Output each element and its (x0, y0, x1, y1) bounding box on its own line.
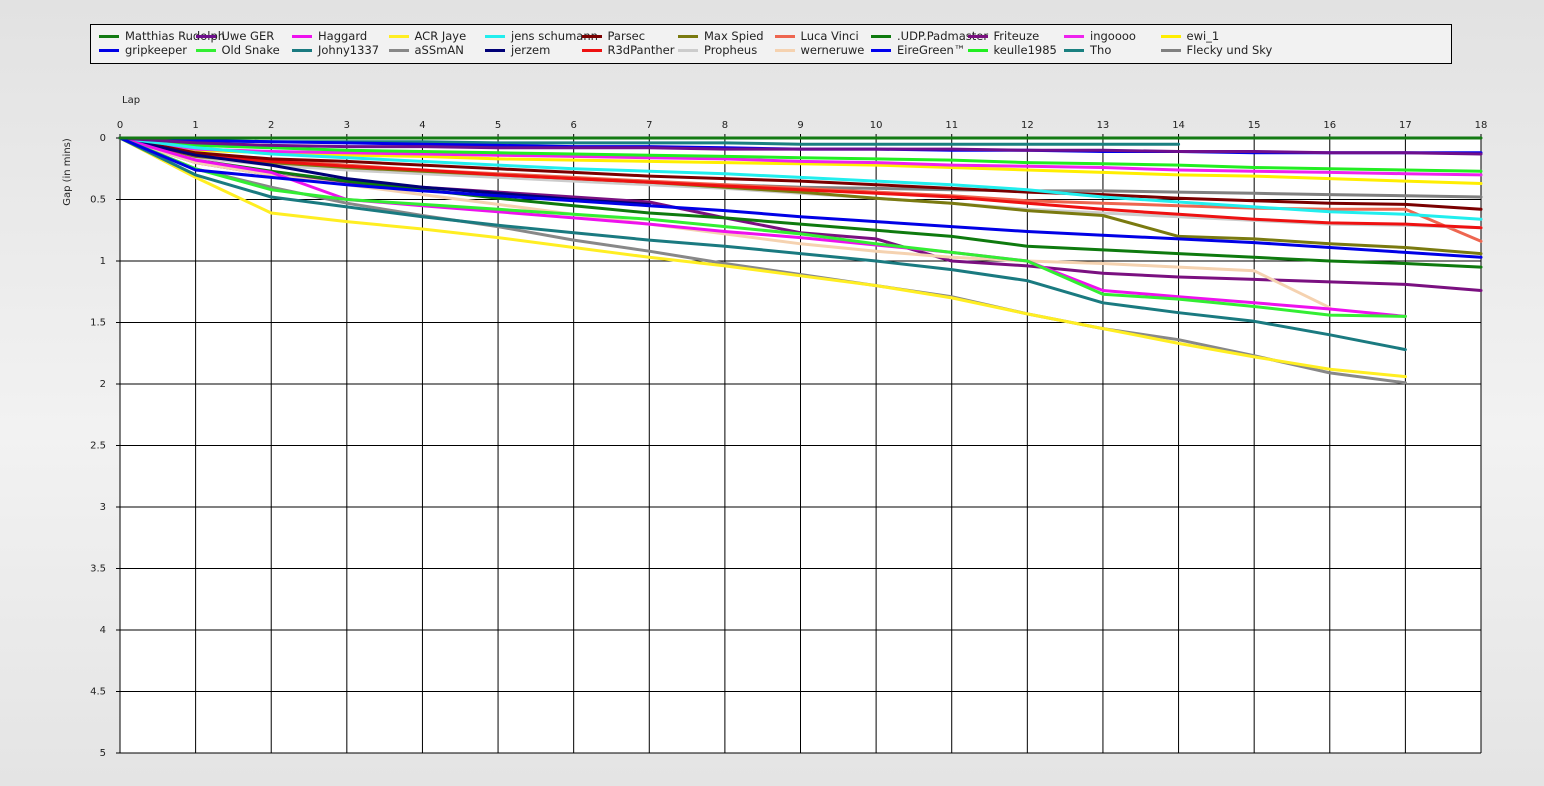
x-tick-label: 8 (722, 120, 728, 131)
x-tick-label: 4 (419, 120, 425, 131)
x-tick-label: 1 (192, 120, 198, 131)
x-tick-label: 13 (1097, 120, 1110, 131)
y-tick-label: 1 (100, 256, 106, 267)
x-tick-label: 2 (268, 120, 274, 131)
y-tick-label: 4.5 (90, 687, 106, 698)
x-tick-label: 6 (570, 120, 576, 131)
x-tick-label: 3 (344, 120, 350, 131)
x-tick-label: 11 (945, 120, 958, 131)
x-tick-label: 7 (646, 120, 652, 131)
x-tick-label: 14 (1172, 120, 1185, 131)
x-tick-label: 10 (870, 120, 883, 131)
x-tick-label: 9 (797, 120, 803, 131)
x-axis-title: Lap (122, 95, 140, 106)
y-tick-label: 2 (100, 379, 106, 390)
y-tick-label: 1.5 (90, 318, 106, 329)
y-tick-label: 0.5 (90, 195, 106, 206)
line-chart: 0 1 2 3 4 5 6 7 8 9 10 11 12 13 14 15 16 17 1800.511.522.5… (62, 95, 1488, 759)
y-tick-label: 3 (100, 502, 106, 513)
y-tick-label: 0 (100, 133, 106, 144)
y-tick-label: 3.5 (90, 564, 106, 575)
x-tick-label: 0 (117, 120, 123, 131)
x-tick-label: 16 (1323, 120, 1336, 131)
x-tick-label: 18 (1475, 120, 1488, 131)
x-tick-label: 5 (495, 120, 501, 131)
y-tick-label: 4 (100, 625, 106, 636)
y-tick-label: 2.5 (90, 441, 106, 452)
x-tick-label: 12 (1021, 120, 1034, 131)
y-tick-label: 5 (100, 748, 106, 759)
y-axis-title: Gap (in mins) (62, 138, 73, 206)
x-tick-label: 15 (1248, 120, 1261, 131)
grid (116, 134, 1482, 754)
x-tick-label: 17 (1399, 120, 1412, 131)
